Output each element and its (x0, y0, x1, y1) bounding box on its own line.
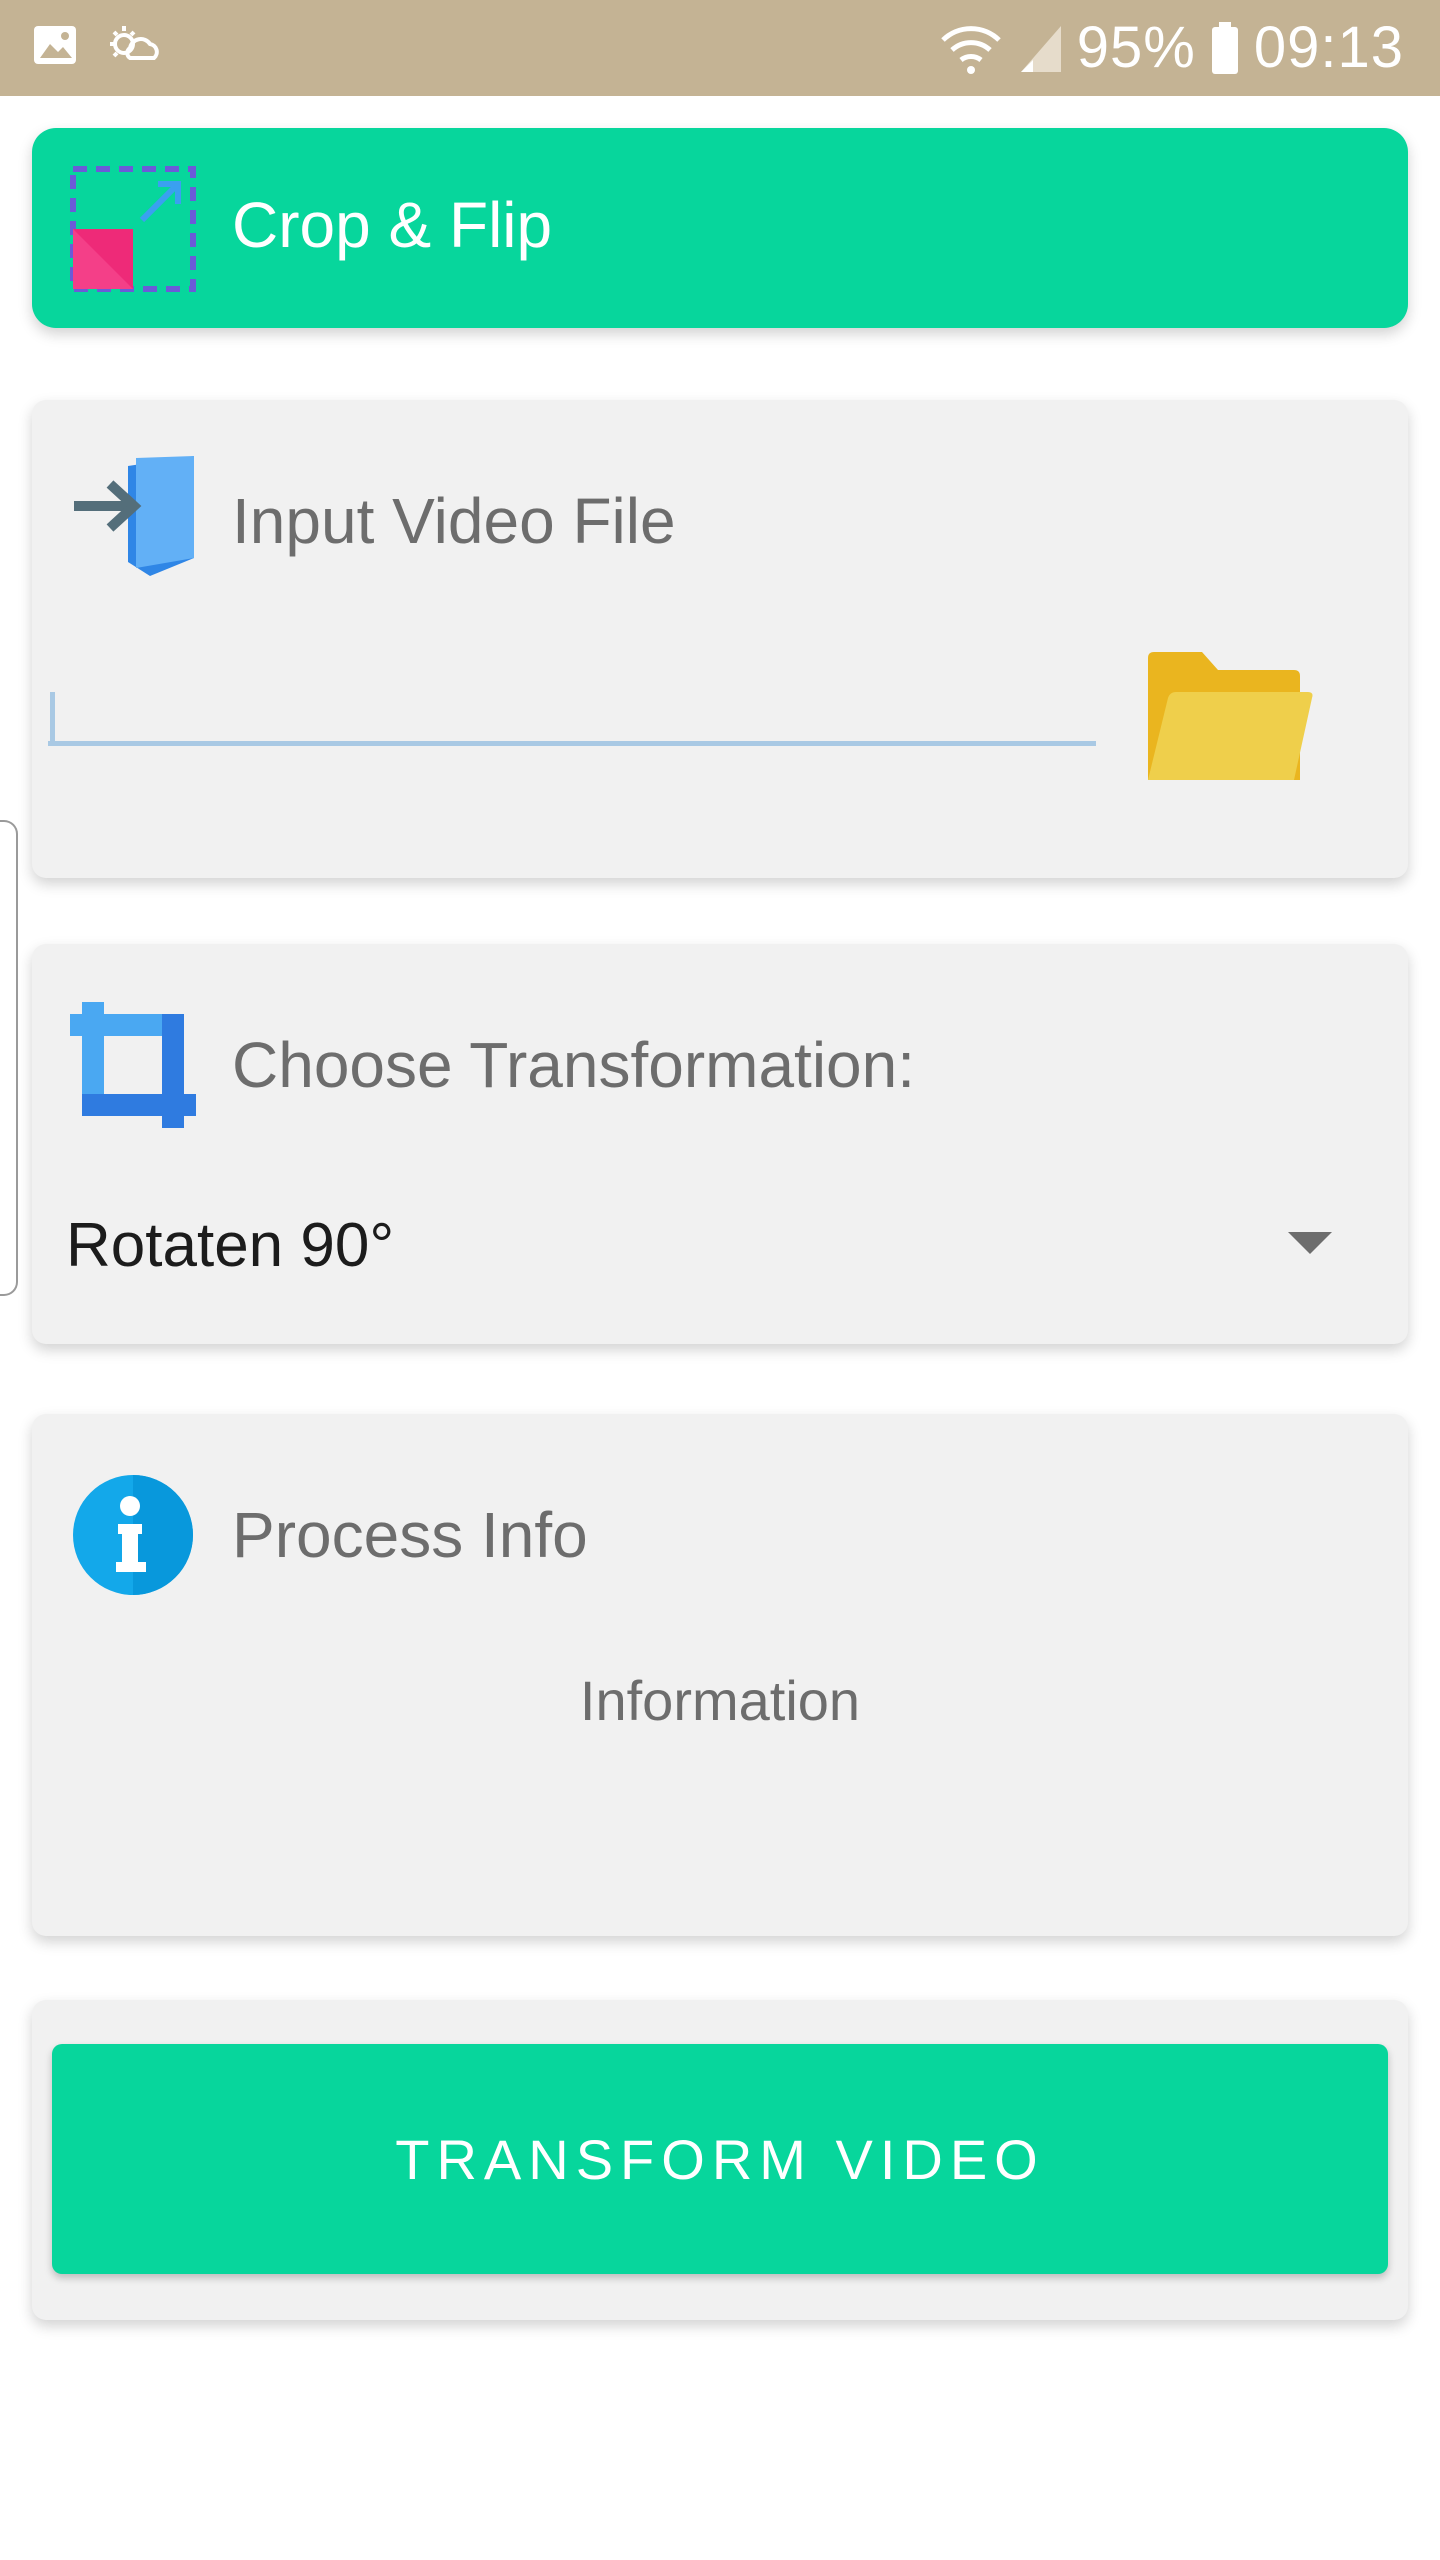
process-info-title: Process Info (232, 1499, 588, 1571)
status-bar: 95% 09:13 (0, 0, 1440, 96)
battery-icon (1211, 21, 1238, 74)
input-file-title: Input Video File (232, 485, 676, 557)
info-icon (73, 1475, 193, 1595)
input-file-icon (74, 456, 194, 576)
crop-resize-icon (70, 166, 196, 292)
crop-icon (70, 1002, 196, 1128)
app-header: Crop & Flip (32, 128, 1408, 328)
wifi-icon (941, 25, 1001, 74)
transformation-select[interactable]: Rotaten 90° (32, 1164, 1408, 1314)
battery-percent: 95% (1076, 15, 1196, 80)
process-info-card: Process Info Information (32, 1414, 1408, 1936)
transformation-card: Choose Transformation: Rotaten 90° (32, 944, 1408, 1344)
transformation-title: Choose Transformation: (232, 1029, 915, 1101)
weather-icon (110, 26, 159, 60)
signal-icon (1020, 25, 1061, 72)
folder-icon[interactable] (1144, 648, 1314, 788)
gallery-icon (34, 26, 76, 64)
edge-panel-handle[interactable] (0, 820, 18, 1296)
text-caret (50, 692, 55, 744)
dropdown-arrow-icon (1288, 1232, 1332, 1254)
input-file-card: Input Video File (32, 400, 1408, 878)
transform-video-button[interactable]: TRANSFORM VIDEO (52, 2044, 1388, 2274)
video-path-input[interactable] (48, 650, 1096, 746)
selected-transformation: Rotaten 90° (66, 1211, 395, 1280)
clock: 09:13 (1253, 15, 1404, 80)
process-info-text: Information (579, 1669, 861, 1732)
app-title: Crop & Flip (232, 189, 553, 261)
action-card: TRANSFORM VIDEO (32, 2000, 1408, 2320)
